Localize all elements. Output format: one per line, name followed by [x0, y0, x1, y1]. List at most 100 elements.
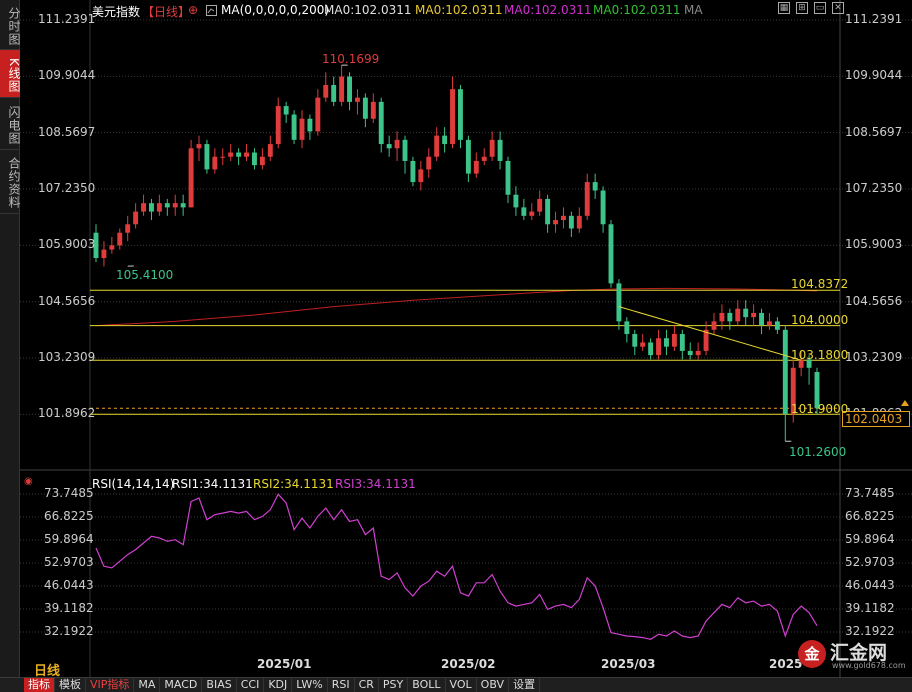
price-axis-label-left: 104.5656	[38, 293, 96, 308]
indicator-button-5[interactable]: BIAS	[202, 678, 237, 692]
add-circle-icon[interactable]: ⊕	[188, 3, 198, 17]
ma-value-2: MA0:102.0311	[415, 3, 503, 17]
indicator-button-13[interactable]: VOL	[446, 678, 477, 692]
ma-settings-icon[interactable]	[206, 3, 217, 16]
candle-body	[370, 101, 376, 119]
candle	[600, 186, 606, 233]
candle	[584, 173, 590, 221]
indicator-button-12[interactable]: BOLL	[408, 678, 446, 692]
indicator-button-15[interactable]: 设置	[509, 678, 541, 692]
candle	[497, 131, 503, 170]
candle	[537, 190, 543, 216]
candle	[236, 148, 242, 166]
candle-body	[481, 156, 487, 161]
candle	[592, 173, 598, 199]
rsi-axis-label-right: 52.9703	[845, 555, 895, 569]
candle-body	[347, 76, 352, 102]
candle-body	[687, 350, 693, 356]
tab-timeshare[interactable]: 分时图	[0, 0, 21, 50]
candle-body	[259, 156, 265, 166]
candle-body	[568, 215, 574, 229]
candle	[394, 131, 400, 161]
indicator-button-1[interactable]: 模板	[55, 678, 86, 692]
indicator-button-14[interactable]: OBV	[477, 678, 510, 692]
candle-body	[743, 308, 749, 318]
candle	[521, 198, 527, 221]
rsi-axis-label-right: 46.0443	[845, 578, 895, 592]
candle-body	[172, 203, 178, 208]
candle-body	[149, 203, 154, 212]
candle-body	[252, 152, 257, 166]
indicator-button-10[interactable]: CR	[355, 678, 379, 692]
candle-body	[592, 182, 598, 191]
candle	[109, 236, 115, 254]
candle	[172, 194, 178, 216]
indicator-button-0[interactable]: 指标	[24, 678, 55, 692]
candle-body	[291, 114, 297, 140]
candle	[402, 135, 408, 174]
candle	[188, 139, 194, 208]
indicator-button-6[interactable]: CCI	[237, 678, 265, 692]
candle	[141, 194, 146, 216]
candle	[450, 76, 455, 149]
candle-body	[164, 203, 170, 208]
candle	[299, 110, 305, 149]
rsi-axis-label-left: 46.0443	[44, 578, 94, 592]
trendline-segment	[618, 306, 802, 361]
candle	[117, 228, 123, 250]
candle	[465, 135, 471, 183]
candle	[656, 329, 661, 360]
candle-body	[576, 215, 582, 229]
price-axis-label-left: 103.2309	[38, 350, 96, 365]
candle-body	[545, 198, 551, 225]
candle-body	[759, 312, 764, 326]
indicator-button-3[interactable]: MA	[134, 678, 161, 692]
close-icon[interactable]: ✕	[832, 2, 844, 14]
candle	[513, 186, 519, 216]
candle	[473, 152, 479, 178]
indicator-button-7[interactable]: KDJ	[264, 678, 293, 692]
candle-body	[664, 338, 669, 347]
tab-contract-info[interactable]: 合约资料	[0, 150, 21, 214]
period-tag[interactable]: 【日线】	[142, 3, 190, 20]
candle	[291, 110, 297, 145]
tab-flash[interactable]: 闪电图	[0, 98, 21, 150]
price-axis-label-left: 105.9003	[38, 237, 96, 252]
low-annotation-left: 105.4100	[116, 268, 174, 282]
candle	[679, 329, 685, 360]
ma200-polyline	[95, 287, 818, 327]
indicator-bar: 指标 模板 VIP指标 MA MACD BIAS CCI KDJ LW% RSI CR PSY BOLL…	[0, 677, 912, 692]
chart-config-icon[interactable]: ⊞	[796, 2, 808, 14]
candle	[180, 194, 186, 216]
candle-body	[212, 156, 218, 170]
candle-body	[727, 312, 733, 322]
candle-body	[632, 334, 638, 347]
indicator-button-9[interactable]: RSI	[328, 678, 355, 692]
grid-icon[interactable]: ▦	[778, 2, 790, 14]
tab-kline[interactable]: K线图	[0, 50, 21, 98]
rsi-axis-label-left: 39.1182	[44, 601, 94, 615]
candle	[125, 215, 131, 242]
window-icon[interactable]: ▭	[814, 2, 826, 14]
rsi-axis-label-left: 59.8964	[44, 532, 94, 546]
rsi-settings-icon[interactable]: ◉	[24, 476, 33, 487]
candle-body	[109, 245, 115, 250]
candle-body	[267, 144, 273, 157]
view-tab-rail: 分时图 K线图 闪电图 合约资料	[0, 0, 21, 692]
candle	[164, 198, 170, 216]
candle-body	[458, 89, 463, 140]
indicator-button-2[interactable]: VIP指标	[86, 678, 135, 692]
candle	[101, 241, 107, 267]
gold678-logo-icon: 金	[798, 640, 826, 668]
candle	[156, 194, 162, 216]
price-axis-label-left: 111.2391	[38, 12, 96, 26]
indicator-button-11[interactable]: PSY	[379, 678, 409, 692]
candle	[505, 156, 511, 204]
indicator-button-4[interactable]: MACD	[160, 678, 203, 692]
candle-body	[236, 152, 242, 157]
candle-body	[133, 211, 139, 225]
indicator-button-8[interactable]: LW%	[292, 678, 328, 692]
candle-body	[402, 139, 408, 161]
candle	[687, 342, 693, 360]
kline-chart[interactable]	[0, 0, 912, 692]
